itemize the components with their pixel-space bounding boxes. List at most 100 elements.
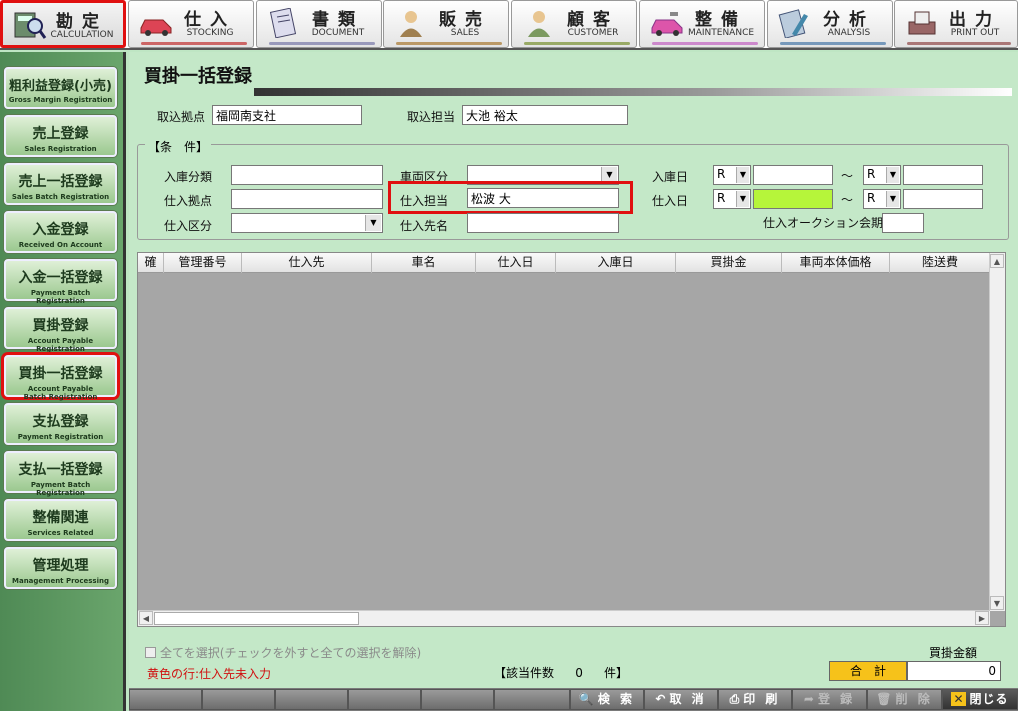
nav-calculation-button[interactable]: 勘定 CALCULATION bbox=[0, 0, 126, 48]
horizontal-scrollbar[interactable]: ◀ ▶ bbox=[138, 610, 990, 626]
branch-label: 取込拠点 bbox=[157, 110, 206, 124]
nav-maintenance-button[interactable]: 整備 MAINTENANCE bbox=[639, 0, 765, 48]
nav-label-jp: 整備 bbox=[695, 10, 747, 30]
main-panel: 買掛一括登録 取込拠点 福岡南支社 取込担当 大池 裕太 【条 件】 入庫分類 … bbox=[129, 52, 1018, 711]
chevron-down-icon[interactable]: ▼ bbox=[886, 167, 899, 183]
grid-header: 確 管理番号 仕入先 車名 仕入日 入庫日 買掛金 車両本体価格 陸送費 bbox=[138, 253, 990, 273]
stock-date-era-to-select[interactable]: R ▼ bbox=[863, 165, 901, 185]
purchase-date-from-field[interactable] bbox=[753, 189, 833, 209]
sidebar-item-gross-margin[interactable]: 粗利益登録(小売) Gross Margin Registration bbox=[4, 67, 117, 109]
sidebar-item-sublabel: Payment Batch Registration bbox=[30, 289, 91, 305]
sidebar-item-services[interactable]: 整備関連 Services Related bbox=[4, 499, 117, 541]
column-header[interactable]: 仕入先 bbox=[242, 253, 372, 273]
sidebar-item-sales-batch[interactable]: 売上一括登録 Sales Batch Registration bbox=[4, 163, 117, 205]
footer-empty-button bbox=[421, 689, 494, 710]
column-header[interactable]: 車名 bbox=[372, 253, 476, 273]
yellow-row-note: 黄色の行:仕入先未入力 bbox=[147, 667, 272, 681]
sidebar-item-sublabel: Management Processing bbox=[12, 577, 109, 585]
stock-date-era-from-select[interactable]: R ▼ bbox=[713, 165, 751, 185]
nav-label-jp: 販売 bbox=[439, 10, 491, 30]
sidebar-item-account-payable-batch[interactable]: 買掛一括登録 Account Payable Batch Registration bbox=[4, 355, 117, 401]
nav-underline bbox=[780, 42, 886, 45]
select-all-checkbox[interactable]: 全てを選択(チェックを外すと全ての選択を解除) bbox=[145, 644, 421, 661]
footer-empty-button bbox=[494, 689, 570, 710]
chevron-down-icon[interactable]: ▼ bbox=[736, 167, 749, 183]
nav-underline bbox=[396, 42, 502, 45]
column-header[interactable]: 入庫日 bbox=[556, 253, 676, 273]
sidebar-item-management[interactable]: 管理処理 Management Processing bbox=[4, 547, 117, 589]
sidebar-item-label: 支払一括登録 bbox=[18, 462, 103, 478]
nav-customer-button[interactable]: 顧客 CUSTOMER bbox=[511, 0, 637, 48]
chevron-down-icon[interactable]: ▼ bbox=[365, 215, 381, 231]
scroll-thumb[interactable] bbox=[154, 612, 359, 625]
purchase-type-label: 仕入区分 bbox=[164, 219, 213, 233]
auction-field[interactable] bbox=[882, 213, 924, 233]
nav-label-jp: 出力 bbox=[949, 10, 1001, 30]
delete-button[interactable]: 🗑 削 除 bbox=[867, 689, 942, 710]
nav-label-en: ANALYSIS bbox=[827, 28, 871, 38]
delete-label: 削 除 bbox=[895, 692, 933, 706]
scroll-up-icon[interactable]: ▲ bbox=[990, 254, 1004, 268]
sidebar-item-payment[interactable]: 支払登録 Payment Registration bbox=[4, 403, 117, 445]
column-header[interactable]: 仕入日 bbox=[476, 253, 556, 273]
sidebar-item-payment-batch[interactable]: 入金一括登録 Payment Batch Registration bbox=[4, 259, 117, 305]
register-icon: ➦ bbox=[803, 692, 814, 706]
nav-stocking-button[interactable]: 仕入 STOCKING bbox=[128, 0, 254, 48]
sidebar-item-sublabel: Sales Registration bbox=[24, 145, 97, 153]
stock-category-field[interactable] bbox=[231, 165, 383, 185]
column-header[interactable]: 買掛金 bbox=[676, 253, 782, 273]
nav-printout-button[interactable]: 出力 PRINT OUT bbox=[894, 0, 1018, 48]
column-header[interactable]: 管理番号 bbox=[164, 253, 242, 273]
purchase-date-era-from-select[interactable]: R ▼ bbox=[713, 189, 751, 209]
chevron-down-icon[interactable]: ▼ bbox=[886, 191, 899, 207]
salesperson-icon bbox=[400, 11, 422, 37]
scroll-right-icon[interactable]: ▶ bbox=[975, 611, 989, 625]
scroll-left-icon[interactable]: ◀ bbox=[139, 611, 153, 625]
purchase-date-era-to-select[interactable]: R ▼ bbox=[863, 189, 901, 209]
nav-label-jp: 勘定 bbox=[56, 12, 108, 32]
staff-field[interactable]: 大池 裕太 bbox=[462, 105, 628, 125]
sidebar-item-sublabel: Received On Account bbox=[18, 241, 103, 249]
column-header[interactable]: 陸送費 bbox=[890, 253, 990, 273]
cancel-button[interactable]: ↶ 取 消 bbox=[644, 689, 718, 710]
scroll-down-icon[interactable]: ▼ bbox=[990, 596, 1004, 610]
era-value: R bbox=[867, 191, 876, 205]
nav-sales-button[interactable]: 販売 SALES bbox=[383, 0, 509, 48]
chevron-down-icon[interactable]: ▼ bbox=[736, 191, 749, 207]
data-grid[interactable]: 確 管理番号 仕入先 車名 仕入日 入庫日 買掛金 車両本体価格 陸送費 ▲ ▼… bbox=[137, 252, 1006, 627]
close-icon: ✕ bbox=[951, 692, 966, 706]
purchase-type-select[interactable]: ▼ bbox=[231, 213, 383, 233]
customer-icon bbox=[528, 11, 550, 37]
close-button[interactable]: ✕ 閉じる bbox=[942, 689, 1018, 710]
footer-empty-button bbox=[348, 689, 421, 710]
amount-label: 買掛金額 bbox=[929, 646, 978, 660]
column-header[interactable]: 車両本体価格 bbox=[782, 253, 890, 273]
purchase-date-to-field[interactable] bbox=[903, 189, 983, 209]
branch-field[interactable]: 福岡南支社 bbox=[212, 105, 362, 125]
sidebar-item-label: 売上登録 bbox=[32, 126, 89, 142]
sidebar-item-payment-batch-2[interactable]: 支払一括登録 Payment Batch Registration bbox=[4, 451, 117, 497]
search-button[interactable]: 🔍 検 索 bbox=[570, 689, 644, 710]
column-header[interactable]: 確 bbox=[138, 253, 164, 273]
vertical-scrollbar[interactable]: ▲ ▼ bbox=[989, 253, 1005, 611]
checkbox-icon[interactable] bbox=[145, 647, 156, 658]
stock-date-from-field[interactable] bbox=[753, 165, 833, 185]
register-button[interactable]: ➦ 登 録 bbox=[792, 689, 867, 710]
auction-label: 仕入オークション会期 bbox=[763, 216, 884, 230]
supplier-field[interactable] bbox=[467, 213, 619, 233]
maintenance-car-icon bbox=[651, 12, 683, 36]
nav-label-jp: 分析 bbox=[823, 10, 875, 30]
sidebar-item-received[interactable]: 入金登録 Received On Account bbox=[4, 211, 117, 253]
nav-analysis-button[interactable]: 分析 ANALYSIS bbox=[767, 0, 893, 48]
print-button[interactable]: ⎙ 印 刷 bbox=[718, 689, 792, 710]
staff-label: 取込担当 bbox=[407, 110, 456, 124]
count-unit: 件】 bbox=[604, 666, 629, 680]
calculator-search-icon bbox=[14, 12, 47, 39]
stock-date-to-field[interactable] bbox=[903, 165, 983, 185]
sidebar-item-sublabel: Account Payable Batch Registration bbox=[23, 385, 98, 401]
purchase-branch-field[interactable] bbox=[231, 189, 383, 209]
nav-document-button[interactable]: 書類 DOCUMENT bbox=[256, 0, 382, 48]
nav-label-en: MAINTENANCE bbox=[687, 28, 755, 38]
sidebar-item-sales[interactable]: 売上登録 Sales Registration bbox=[4, 115, 117, 157]
sidebar-item-account-payable[interactable]: 買掛登録 Account Payable Registration bbox=[4, 307, 117, 353]
